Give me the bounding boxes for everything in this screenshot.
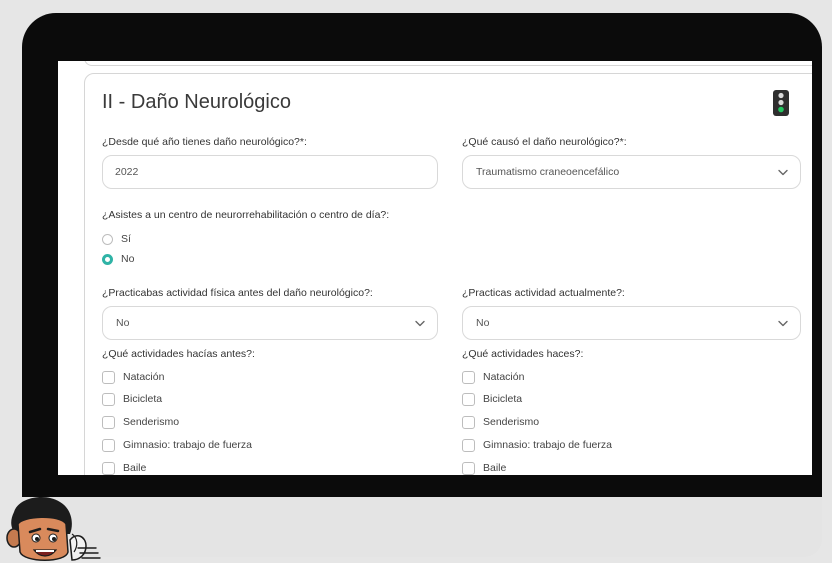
bottom-panel: [70, 497, 822, 557]
injury-year-label: ¿Desde qué año tienes daño neurológico?*…: [102, 136, 307, 148]
radio-no[interactable]: [102, 253, 113, 265]
checkbox[interactable]: [102, 438, 115, 452]
checkbox[interactable]: [462, 438, 475, 452]
activity-before-value: No: [116, 317, 130, 329]
injury-cause-label: ¿Qué causó el daño neurológico?*:: [462, 136, 627, 148]
activities-before-option[interactable]: Baile: [102, 461, 146, 475]
activity-now-value: No: [476, 317, 490, 329]
activity-now-label: ¿Practicas actividad actualmente?:: [462, 287, 625, 299]
injury-cause-select[interactable]: Traumatismo craneoencefálico: [462, 155, 801, 189]
checkbox[interactable]: [462, 461, 475, 475]
activities-now-label: ¿Qué actividades haces?:: [462, 348, 584, 360]
section-title: II - Daño Neurológico: [102, 91, 291, 113]
checkbox-label: Senderismo: [483, 416, 540, 428]
rehab-option-si[interactable]: Sí: [102, 232, 131, 246]
activities-now-option[interactable]: Natación: [462, 370, 524, 384]
radio-label-si: Sí: [121, 233, 131, 245]
cartoon-character-illustration: [6, 497, 101, 561]
checkbox-label: Natación: [123, 371, 165, 383]
chevron-down-icon: [415, 320, 425, 327]
injury-year-input[interactable]: [102, 155, 438, 189]
checkbox-label: Natación: [483, 371, 525, 383]
rehab-option-no[interactable]: No: [102, 252, 134, 266]
checkbox-label: Baile: [483, 462, 507, 474]
activity-before-select[interactable]: No: [102, 306, 438, 340]
checkbox[interactable]: [102, 370, 115, 384]
activities-before-option[interactable]: Natación: [102, 370, 164, 384]
radio-label-no: No: [121, 253, 135, 265]
device-frame: II - Daño Neurológico ¿Desde qué año tie…: [22, 13, 822, 497]
chevron-down-icon: [778, 169, 788, 176]
activities-now-option[interactable]: Senderismo: [462, 415, 539, 429]
form-screen: II - Daño Neurológico ¿Desde qué año tie…: [58, 61, 812, 475]
checkbox[interactable]: [462, 415, 475, 429]
activities-now-option[interactable]: Gimnasio: trabajo de fuerza: [462, 438, 612, 452]
checkbox[interactable]: [462, 392, 475, 406]
activities-before-label: ¿Qué actividades hacías antes?:: [102, 348, 255, 360]
traffic-light-icon: [773, 90, 789, 116]
radio-si[interactable]: [102, 233, 113, 245]
checkbox-label: Bicicleta: [483, 393, 523, 405]
activities-before-option[interactable]: Gimnasio: trabajo de fuerza: [102, 438, 252, 452]
activities-now-option[interactable]: Bicicleta: [462, 392, 522, 406]
activity-before-label: ¿Practicabas actividad física antes del …: [102, 287, 373, 299]
checkbox[interactable]: [102, 392, 115, 406]
checkbox[interactable]: [102, 461, 115, 475]
activities-before-option[interactable]: Senderismo: [102, 415, 179, 429]
checkbox-label: Gimnasio: trabajo de fuerza: [123, 439, 252, 451]
section-card-neurological-damage: II - Daño Neurológico ¿Desde qué año tie…: [84, 73, 812, 475]
checkbox[interactable]: [462, 370, 475, 384]
activities-before-option[interactable]: Bicicleta: [102, 392, 162, 406]
injury-cause-value: Traumatismo craneoencefálico: [476, 166, 620, 178]
activity-now-select[interactable]: No: [462, 306, 801, 340]
previous-section-card: [84, 61, 812, 66]
chevron-down-icon: [778, 320, 788, 327]
checkbox-label: Senderismo: [123, 416, 180, 428]
checkbox-label: Bicicleta: [123, 393, 163, 405]
checkbox-label: Gimnasio: trabajo de fuerza: [483, 439, 612, 451]
checkbox[interactable]: [102, 415, 115, 429]
scene: II - Daño Neurológico ¿Desde qué año tie…: [0, 0, 832, 563]
activities-now-option[interactable]: Baile: [462, 461, 506, 475]
rehab-center-label: ¿Asistes a un centro de neurorrehabilita…: [102, 209, 390, 221]
checkbox-label: Baile: [123, 462, 147, 474]
